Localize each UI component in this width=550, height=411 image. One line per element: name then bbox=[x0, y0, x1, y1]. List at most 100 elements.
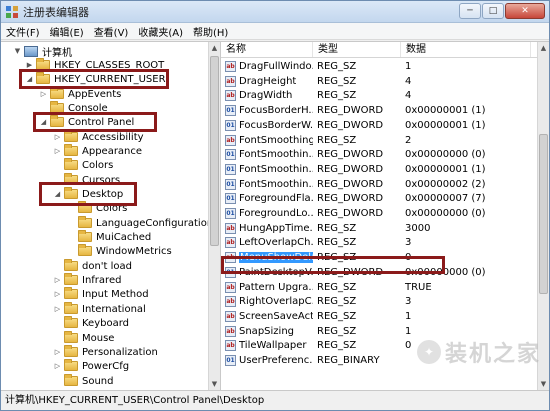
value-type-cell: REG_BINARY bbox=[317, 355, 380, 366]
value-type-cell: REG_DWORD bbox=[317, 105, 384, 117]
value-data-cell: 1 bbox=[405, 325, 412, 337]
tree-item-input-method[interactable]: ▷ Input Method bbox=[53, 287, 149, 301]
scroll-down-arrow-icon[interactable]: ▼ bbox=[209, 378, 220, 390]
value-name-cell: abScreenSaveActi... bbox=[221, 310, 313, 322]
tree-item-sound[interactable]: Sound bbox=[53, 374, 114, 388]
value-row[interactable]: 01 PaintDesktopV... REG_DWORD 0x00000000 (0… bbox=[221, 265, 521, 280]
tree-item-appearance[interactable]: ▷ Appearance bbox=[53, 144, 142, 158]
collapse-arrow-icon[interactable]: ◢ bbox=[53, 190, 62, 198]
tree-item-infrared[interactable]: ▷ Infrared bbox=[53, 273, 121, 287]
menu-file[interactable]: 文件(F) bbox=[1, 24, 45, 39]
value-row[interactable]: ab DragFullWindo... REG_SZ 1 bbox=[221, 59, 521, 74]
tree-scroll-thumb[interactable] bbox=[210, 56, 219, 246]
value-name-cell: 01 ForegroundFla... bbox=[221, 193, 313, 205]
value-row[interactable]: 01 FontSmoothin... REG_DWORD 0x00000002 (2) bbox=[221, 177, 521, 192]
expand-arrow-icon[interactable]: ▷ bbox=[53, 290, 62, 298]
value-name-cell: ab FontSmoothing bbox=[221, 134, 313, 146]
expand-arrow-icon[interactable]: ▷ bbox=[53, 133, 62, 141]
collapse-arrow-icon[interactable]: ◢ bbox=[39, 118, 48, 126]
value-data-cell: 3000 bbox=[405, 222, 431, 234]
value-row[interactable]: 01 FocusBorderW... REG_DWORD 0x00000001 (1) bbox=[221, 118, 521, 133]
folder-icon bbox=[78, 230, 92, 242]
maximize-button[interactable]: □ bbox=[482, 3, 504, 19]
tree-item-control-panel[interactable]: ◢ Control Panel bbox=[39, 115, 134, 129]
collapse-arrow-icon[interactable]: ▼ bbox=[13, 47, 22, 55]
expand-arrow-icon[interactable]: ▷ bbox=[53, 362, 62, 370]
tree-item-accessibility[interactable]: ▷ Accessibility bbox=[53, 130, 144, 144]
value-row[interactable]: abMenuShowDelay REG_SZ 0 bbox=[221, 250, 521, 265]
tree-item-label: Keyboard bbox=[82, 317, 130, 329]
column-header-name[interactable]: 名称 bbox=[221, 42, 313, 57]
expand-arrow-icon[interactable]: ▷ bbox=[53, 147, 62, 155]
value-row[interactable]: ab DragWidth REG_SZ 4 bbox=[221, 88, 521, 103]
menu-view[interactable]: 查看(V) bbox=[89, 24, 134, 39]
tree-item-windowmetrics[interactable]: WindowMetrics bbox=[67, 244, 172, 258]
value-type-cell: REG_SZ bbox=[317, 296, 357, 308]
tree-item-personalization[interactable]: ▷ Personalization bbox=[53, 345, 158, 359]
tree-item-desktop-colors[interactable]: Colors bbox=[67, 201, 127, 215]
tree-item-hkey-current-user[interactable]: ◢ HKEY_CURRENT_USER bbox=[25, 72, 166, 86]
tree-item-powercfg[interactable]: ▷ PowerCfg bbox=[53, 359, 129, 373]
expand-arrow-icon[interactable]: ▶ bbox=[25, 61, 34, 69]
value-name-cell: 01 FontSmoothin... bbox=[221, 163, 313, 175]
folder-icon bbox=[64, 331, 78, 343]
tree-item-appevents[interactable]: ▷ AppEvents bbox=[39, 87, 121, 101]
value-row[interactable]: ab FontSmoothing REG_SZ 2 bbox=[221, 133, 521, 148]
tree-item-label: Control Panel bbox=[68, 116, 135, 128]
scroll-up-arrow-icon[interactable]: ▲ bbox=[209, 42, 220, 54]
value-row[interactable]: ab DragHeight REG_SZ 4 bbox=[221, 74, 521, 89]
value-type-cell: REG_SZ bbox=[317, 90, 357, 102]
tree-item-computer[interactable]: ▼ 计算机 bbox=[13, 44, 72, 59]
menu-edit[interactable]: 编辑(E) bbox=[45, 24, 89, 39]
minimize-button[interactable]: ─ bbox=[459, 3, 481, 19]
close-button[interactable]: ✕ bbox=[505, 3, 545, 19]
tree-item-keyboard[interactable]: Keyboard bbox=[53, 316, 129, 330]
value-row[interactable]: ab RightOverlapC... REG_SZ 3 bbox=[221, 294, 521, 309]
title-bar: 注册表编辑器 ─ □ ✕ bbox=[1, 1, 549, 23]
tree-item-mouse[interactable]: Mouse bbox=[53, 331, 114, 345]
value-row[interactable]: ab Pattern Upgra... REG_SZ TRUE bbox=[221, 280, 521, 295]
tree-item-international[interactable]: ▷ International bbox=[53, 302, 146, 316]
value-name-cell: 01 ForegroundLo... bbox=[221, 208, 313, 219]
scroll-up-arrow-icon[interactable]: ▲ bbox=[538, 42, 549, 54]
value-row[interactable]: 01 ForegroundLo... REG_DWORD 0x00000000 (0) bbox=[221, 206, 521, 221]
expand-arrow-icon[interactable]: ▷ bbox=[39, 90, 48, 98]
expand-arrow-icon[interactable]: ▷ bbox=[53, 348, 62, 356]
value-name: FontSmoothing bbox=[239, 134, 313, 146]
tree-item-console[interactable]: Console bbox=[39, 101, 108, 115]
tree-item-muicached[interactable]: MuiCached bbox=[67, 230, 151, 244]
tree-item-languageconfiguration[interactable]: LanguageConfiguration bbox=[67, 216, 213, 230]
tree-item-desktop[interactable]: ◢ Desktop bbox=[53, 187, 123, 201]
value-row[interactable]: abScreenSaveActi... REG_SZ 1 bbox=[221, 309, 521, 324]
value-row[interactable]: 01 FontSmoothin... REG_DWORD 0x00000000 (0) bbox=[221, 147, 521, 162]
value-row[interactable]: 01 FocusBorderH... REG_DWORD 0x00000001 (1) bbox=[221, 103, 521, 118]
string-value-icon: ab bbox=[225, 340, 236, 352]
value-row[interactable]: ab HungAppTime... REG_SZ 3000 bbox=[221, 221, 521, 236]
tree-item-colors[interactable]: Colors bbox=[53, 158, 113, 172]
tree-item-label: International bbox=[82, 303, 146, 315]
folder-icon bbox=[64, 316, 78, 328]
tree-item-hkey-classes-root[interactable]: ▶ HKEY_CLASSES_ROOT bbox=[25, 58, 164, 72]
column-header-data[interactable]: 数据 bbox=[401, 42, 531, 57]
expand-arrow-icon[interactable]: ▷ bbox=[53, 276, 62, 284]
column-header-type[interactable]: 类型 bbox=[313, 42, 401, 57]
value-name: MenuShowDelay bbox=[239, 252, 313, 264]
menu-favorites[interactable]: 收藏夹(A) bbox=[133, 24, 188, 39]
value-type-cell: REG_SZ bbox=[317, 237, 357, 249]
value-type-cell: REG_DWORD bbox=[317, 266, 384, 278]
tree-item-dont-load[interactable]: don't load bbox=[53, 259, 132, 273]
tree-scrollbar[interactable]: ▲ ▼ bbox=[208, 42, 220, 390]
value-row[interactable]: 01 ForegroundFla... REG_DWORD 0x00000007 (7… bbox=[221, 191, 521, 206]
collapse-arrow-icon[interactable]: ◢ bbox=[25, 75, 34, 83]
value-name-cell: ab DragWidth bbox=[221, 90, 313, 102]
value-name-cell: ab RightOverlapC... bbox=[221, 296, 313, 308]
menu-help[interactable]: 帮助(H) bbox=[188, 24, 233, 39]
value-name-cell: 01 FontSmoothin... bbox=[221, 178, 313, 190]
scroll-down-arrow-icon[interactable]: ▼ bbox=[538, 378, 549, 390]
list-scroll-thumb[interactable] bbox=[539, 134, 548, 294]
value-type-cell: REG_DWORD bbox=[317, 163, 384, 175]
tree-item-cursors[interactable]: Cursors bbox=[53, 173, 120, 187]
value-row[interactable]: ab LeftOverlapCh... REG_SZ 3 bbox=[221, 235, 521, 250]
expand-arrow-icon[interactable]: ▷ bbox=[53, 305, 62, 313]
value-row[interactable]: 01 FontSmoothin... REG_DWORD 0x00000001 (1) bbox=[221, 162, 521, 177]
